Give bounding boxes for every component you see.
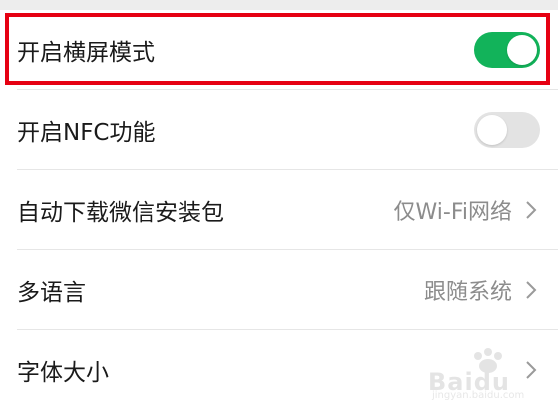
toggle-knob xyxy=(507,35,537,65)
watermark-subtext: jingyan.baidu.com xyxy=(432,390,525,401)
setting-value: 跟随系统 xyxy=(423,280,512,305)
setting-row-auto-download[interactable]: 自动下载微信安装包 仅Wi-Fi网络 xyxy=(0,170,558,250)
landscape-mode-toggle[interactable] xyxy=(474,32,540,68)
setting-row-landscape-mode[interactable]: 开启横屏模式 xyxy=(0,10,558,90)
setting-value-group: 仅Wi-Fi网络 xyxy=(394,194,541,226)
setting-row-language[interactable]: 多语言 跟随系统 xyxy=(0,250,558,330)
settings-page: 开启横屏模式 开启NFC功能 自动下载微信安装包 仅Wi-Fi网络 多语言 跟随… xyxy=(0,0,558,409)
nfc-toggle[interactable] xyxy=(474,112,540,148)
setting-label: 多语言 xyxy=(17,280,86,306)
setting-label: 开启横屏模式 xyxy=(17,40,155,66)
setting-row-nfc[interactable]: 开启NFC功能 xyxy=(0,90,558,170)
setting-label: 自动下载微信安装包 xyxy=(17,200,224,226)
top-gap xyxy=(0,0,558,10)
toggle-knob xyxy=(477,115,507,145)
chevron-right-icon xyxy=(526,281,537,299)
setting-label: 开启NFC功能 xyxy=(17,120,156,146)
baidu-watermark: Baidu jingyan.baidu.com xyxy=(428,348,548,404)
setting-value: 仅Wi-Fi网络 xyxy=(393,200,513,225)
chevron-right-icon xyxy=(526,201,537,219)
setting-label: 字体大小 xyxy=(17,360,109,386)
setting-value-group: 跟随系统 xyxy=(424,274,540,306)
